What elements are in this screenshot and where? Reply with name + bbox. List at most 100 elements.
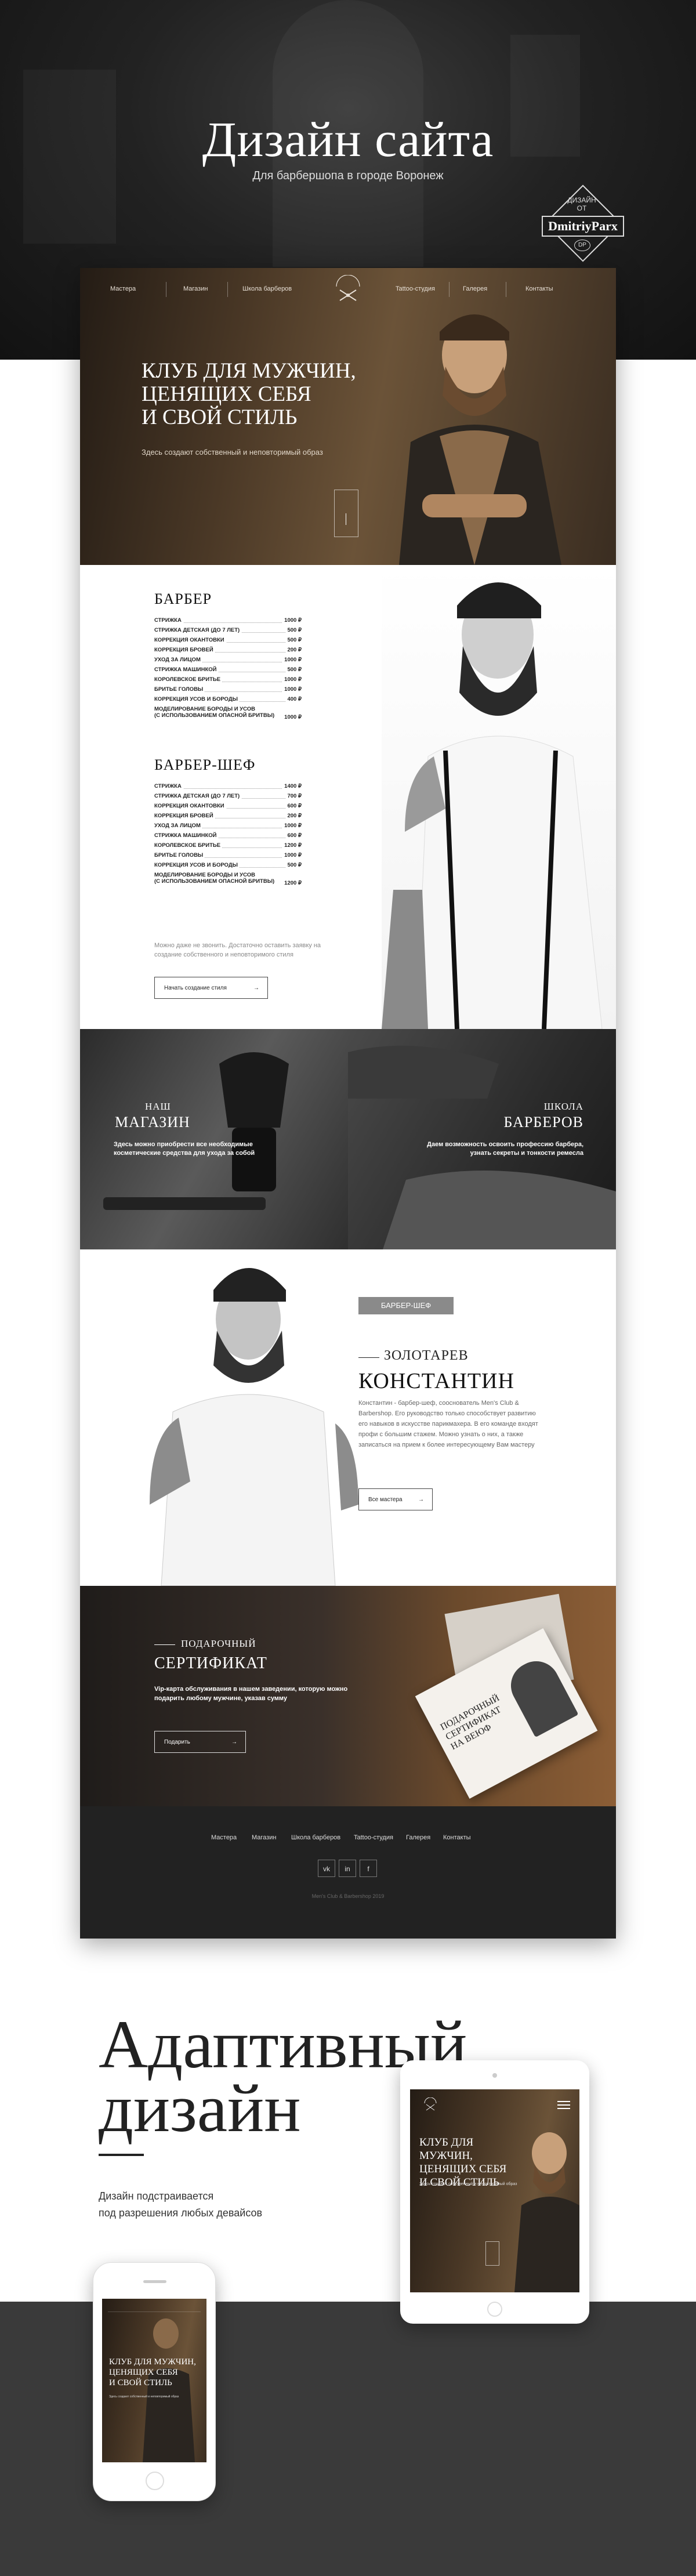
price-row: КОРОЛЕВСКОЕ БРИТЬЕ 1200 ₽ [154, 842, 302, 849]
footer-nav-tattoo[interactable]: Tattoo-студия [354, 1834, 393, 1841]
menu-icon[interactable] [557, 2101, 570, 2109]
tablet-camera [492, 2073, 497, 2078]
site-hero: Мастера Магазин Школа барберов Tattoo-ст… [80, 268, 616, 565]
barbershop-logo[interactable] [328, 275, 368, 307]
certificate-card-text: ПОДАРОЧНЫЙ СЕРТИФИКАТ НА ВЕЮФ [438, 1693, 503, 1752]
facebook-icon[interactable]: f [360, 1860, 377, 1877]
master-section: БАРБЕР-ШЕФ ЗОЛОТАРЕВ КОНСТАНТИН Констант… [80, 1249, 616, 1586]
nav-item-masters[interactable]: Мастера [110, 285, 136, 292]
nav-item-school[interactable]: Школа барберов [242, 285, 292, 292]
master-last-name: КОНСТАНТИН [358, 1369, 514, 1393]
title-dash [154, 1644, 175, 1645]
all-masters-button-label: Все мастера [368, 1497, 403, 1503]
instagram-icon[interactable]: in [339, 1860, 356, 1877]
certificate-small-title: ПОДАРОЧНЫЙ [181, 1638, 256, 1649]
price-row: КОРОЛЕВСКОЕ БРИТЬЕ 1000 ₽ [154, 676, 302, 683]
badge-name: DmitriyParx [542, 216, 624, 237]
footer-nav-gallery[interactable]: Галерея [406, 1834, 430, 1841]
barber-hands-illustration [348, 1045, 616, 1249]
tablet-home-button [487, 2302, 502, 2317]
price-row: СТРИЖКА МАШИНКОЙ 500 ₽ [154, 666, 302, 673]
school-small-title: ШКОЛА [543, 1101, 583, 1112]
school-text: Даем возможность освоить профессию барбе… [427, 1141, 583, 1157]
tablet-hero-subtitle: Здесь создают собственный и неповторимый… [419, 2182, 517, 2186]
price-row: УХОД ЗА ЛИЦОМ 1000 ₽ [154, 823, 302, 829]
price-row: МОДЕЛИРОВАНИЕ БОРОДЫ И УСОВ (С ИСПОЛЬЗОВ… [154, 706, 302, 720]
tablet-mockup: КЛУБ ДЛЯ МУЖЧИН, ЦЕНЯЩИХ СЕБЯ И СВОЙ СТИ… [400, 2060, 589, 2324]
website-mockup: Мастера Магазин Школа барберов Tattoo-ст… [80, 268, 616, 1939]
price-row: БРИТЬЕ ГОЛОВЫ 1000 ₽ [154, 852, 302, 858]
price-row: КОРРЕКЦИЯ УСОВ И БОРОДЫ 500 ₽ [154, 862, 302, 868]
adaptive-text: Дизайн подстраивается под разрешения люб… [99, 2190, 263, 2219]
copyright: Men's Club & Barbershop 2019 [311, 1893, 385, 1899]
bearded-man-illustration [382, 582, 603, 1030]
master-first-name: ЗОЛОТАРЕВ [384, 1348, 469, 1363]
arrow-right-icon: → [231, 1739, 237, 1745]
shop-title: МАГАЗИН [115, 1114, 190, 1131]
school-tile[interactable]: ШКОЛА БАРБЕРОВ Даем возможность освоить … [348, 1029, 616, 1249]
master-description: Константин - барбер-шеф, сооснователь Me… [358, 1400, 538, 1448]
price-section: БАРБЕР СТРИЖКА 1000 ₽ СТРИЖКА ДЕТСКАЯ (ДО… [80, 565, 616, 1030]
page-subtitle: Для барбершопа в городе Воронеж [252, 169, 444, 182]
price-row: СТРИЖКА 1400 ₽ [154, 783, 302, 789]
arrow-right-icon: → [253, 985, 259, 991]
price-row: СТРИЖКА ДЕТСКАЯ (ДО 7 ЛЕТ) 500 ₽ [154, 627, 302, 633]
certificate-title: СЕРТИФИКАТ [154, 1654, 267, 1672]
chief-price-list: СТРИЖКА 1400 ₽ СТРИЖКА ДЕТСКАЯ (ДО 7 ЛЕТ)… [154, 783, 302, 916]
nav-separator [227, 282, 228, 297]
phone-speaker [143, 2280, 166, 2283]
master-photo [150, 1268, 358, 1586]
certificate-text: Vip-карта обслуживания в нашем заведении… [154, 1686, 348, 1702]
footer-nav-masters[interactable]: Мастера [211, 1834, 237, 1841]
phone-home-button [146, 2472, 164, 2490]
page-title: Дизайн сайта [202, 111, 494, 167]
nav-item-tattoo[interactable]: Tattoo-студия [396, 285, 435, 292]
tablet-screen: КЛУБ ДЛЯ МУЖЧИН, ЦЕНЯЩИХ СЕБЯ И СВОЙ СТИ… [410, 2089, 579, 2292]
tablet-logo [424, 2097, 437, 2111]
price-row: УХОД ЗА ЛИЦОМ 1000 ₽ [154, 657, 302, 663]
bearded-man-photo [382, 565, 616, 1030]
footer-nav-school[interactable]: Школа барберов [291, 1834, 340, 1841]
hero-subtitle: Здесь создают собственный и неповторимый… [142, 448, 323, 456]
price-row: КОРРЕКЦИЯ БРОВЕЙ 200 ₽ [154, 813, 302, 819]
title-dash [358, 1357, 379, 1358]
certificate-card: ПОДАРОЧНЫЙ СЕРТИФИКАТ НА ВЕЮФ [415, 1628, 598, 1799]
price-row: СТРИЖКА 1000 ₽ [154, 617, 302, 624]
price-row: МОДЕЛИРОВАНИЕ БОРОДЫ И УСОВ (С ИСПОЛЬЗОВ… [154, 872, 302, 886]
phone-screen: КЛУБ ДЛЯ МУЖЧИН, ЦЕНЯЩИХ СЕБЯ И СВОЙ СТИ… [102, 2299, 206, 2462]
barber-price-heading: БАРБЕР [154, 590, 212, 607]
badge-small-text: ДИЗАЙН ОТ [567, 196, 596, 212]
price-row: КОРРЕКЦИЯ УСОВ И БОРОДЫ 400 ₽ [154, 696, 302, 702]
all-masters-button[interactable]: Все мастера → [358, 1488, 433, 1510]
price-row: СТРИЖКА ДЕТСКАЯ (ДО 7 ЛЕТ) 700 ₽ [154, 793, 302, 799]
phone-mockup: КЛУБ ДЛЯ МУЖЧИН, ЦЕНЯЩИХ СЕБЯ И СВОЙ СТИ… [93, 2262, 216, 2501]
price-row: КОРРЕКЦИЯ ОКАНТОВКИ 500 ₽ [154, 637, 302, 643]
author-badge: ДИЗАЙН ОТ DmitriyParx DP [542, 184, 624, 262]
start-style-button[interactable]: Начать создание стиля → [154, 977, 268, 999]
gift-button-label: Подарить [164, 1739, 190, 1745]
badge-monogram: DP [574, 240, 590, 251]
vk-icon[interactable]: vk [318, 1860, 335, 1877]
site-footer: Мастера Магазин Школа барберов Tattoo-ст… [80, 1806, 616, 1939]
nav-item-shop[interactable]: Магазин [183, 285, 208, 292]
nav-item-gallery[interactable]: Галерея [463, 285, 487, 292]
gift-button[interactable]: Подарить → [154, 1731, 246, 1753]
shop-tile[interactable]: НАШ МАГАЗИН Здесь можно приобрести все н… [80, 1029, 348, 1249]
footer-nav-shop[interactable]: Магазин [252, 1834, 276, 1841]
hero-title: КЛУБ ДЛЯ МУЖЧИН, ЦЕНЯЩИХ СЕБЯ И СВОЙ СТИ… [142, 359, 356, 429]
price-row: СТРИЖКА МАШИНКОЙ 600 ₽ [154, 832, 302, 839]
shop-text: Здесь можно приобрести все необходимые к… [114, 1141, 255, 1157]
price-row: КОРРЕКЦИЯ БРОВЕЙ 200 ₽ [154, 647, 302, 653]
shop-school-tiles: НАШ МАГАЗИН Здесь можно приобрести все н… [80, 1029, 616, 1249]
barber-photo [399, 314, 561, 565]
footer-nav-contacts[interactable]: Контакты [443, 1834, 471, 1841]
school-title: БАРБЕРОВ [503, 1114, 583, 1131]
scroll-indicator[interactable] [334, 490, 358, 537]
nav-item-contacts[interactable]: Контакты [525, 285, 553, 292]
price-note: Можно даже не звонить. Достаточно остави… [154, 942, 321, 958]
shop-small-title: НАШ [145, 1101, 171, 1112]
certificate-section: ПОДАРОЧНЫЙ СЕРТИФИКАТ НА ВЕЮФ ПОДАРОЧНЫЙ… [80, 1586, 616, 1806]
phone-hero-title: КЛУБ ДЛЯ МУЖЧИН, ЦЕНЯЩИХ СЕБЯ И СВОЙ СТИ… [109, 2357, 196, 2387]
shaving-brush-illustration [103, 1052, 289, 1210]
adaptive-divider [99, 2154, 144, 2156]
